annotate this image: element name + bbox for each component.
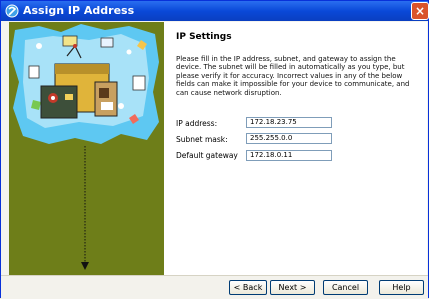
wizard-artwork xyxy=(9,22,164,275)
next-button[interactable]: Next > xyxy=(270,280,315,295)
ip-address-label: IP address: xyxy=(176,119,218,128)
settings-panel: IP Settings Please fill in the IP addres… xyxy=(164,22,427,275)
cancel-button[interactable]: Cancel xyxy=(323,280,368,295)
instructions-text: Please fill in the IP address, subnet, a… xyxy=(176,55,410,97)
help-button[interactable]: Help xyxy=(379,280,424,295)
subnet-mask-input[interactable]: 255.255.0.0 xyxy=(246,133,332,144)
button-bar: < Back Next > Cancel Help xyxy=(1,275,428,299)
title-bar[interactable]: Assign IP Address × xyxy=(1,1,429,21)
default-gateway-label: Default gateway xyxy=(176,151,238,160)
subnet-mask-label: Subnet mask: xyxy=(176,135,228,144)
ip-address-input[interactable]: 172.18.23.75 xyxy=(246,117,332,128)
assign-ip-dialog: Assign IP Address × IP Settings Please f… xyxy=(0,0,429,299)
app-icon xyxy=(5,4,19,18)
page-heading: IP Settings xyxy=(176,32,232,42)
default-gateway-input[interactable]: 172.18.0.11 xyxy=(246,150,332,161)
wizard-illustration xyxy=(9,22,164,275)
window-title: Assign IP Address xyxy=(23,4,135,17)
back-button[interactable]: < Back xyxy=(229,280,267,295)
close-button[interactable]: × xyxy=(411,2,429,20)
